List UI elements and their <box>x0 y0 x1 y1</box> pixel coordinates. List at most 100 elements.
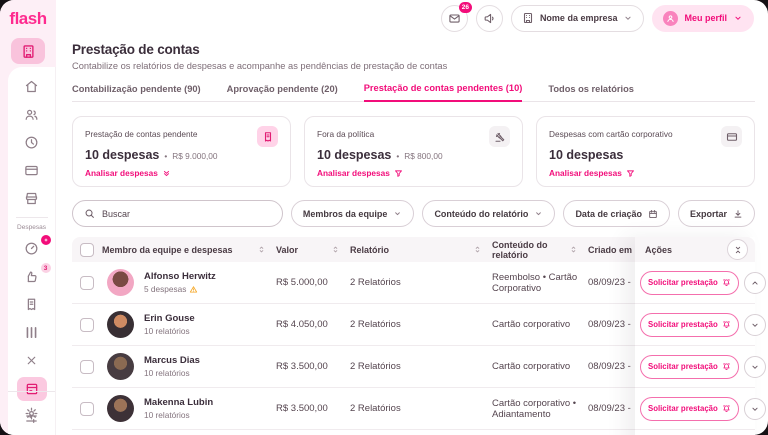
request-label: Solicitar prestação <box>648 320 718 329</box>
expand-row-button[interactable] <box>743 355 766 378</box>
clock-icon <box>24 135 39 150</box>
sidebar-item-expense-monitor[interactable] <box>17 235 51 259</box>
row-checkbox[interactable] <box>80 317 94 332</box>
filter-report-content[interactable]: Conteúdo do relatório <box>422 200 556 227</box>
profile-button-label: Meu perfil <box>684 13 727 23</box>
select-all-checkbox[interactable] <box>80 242 94 257</box>
chevron-down-icon <box>623 13 633 23</box>
cell-value: R$ 5.000,00 <box>276 277 328 288</box>
sidebar-section-label: Despesas <box>17 224 46 231</box>
request-label: Solicitar prestação <box>648 278 718 287</box>
collapse-column-button[interactable] <box>727 239 748 260</box>
page-content: Prestação de contas Contabilize os relat… <box>56 36 768 435</box>
request-accountability-button[interactable]: Solicitar prestação <box>640 312 739 337</box>
export-button[interactable]: Exportar <box>677 200 755 227</box>
export-label: Exportar <box>689 208 727 219</box>
actions-row: Solicitar prestação <box>635 388 766 430</box>
expand-row-button[interactable] <box>743 397 766 420</box>
sort-icon[interactable] <box>331 245 340 254</box>
row-checkbox[interactable] <box>80 401 94 416</box>
tab-prestacao-pendentes[interactable]: Prestação de contas pendentes (10) <box>363 83 523 102</box>
actions-row: Solicitar prestação <box>635 262 766 304</box>
store-icon <box>24 191 39 206</box>
filter-creation-date[interactable]: Data de criação <box>563 200 670 227</box>
member-subtitle: 10 relatórios <box>144 410 190 420</box>
app-window: flash Despesas 3 26 Nome da empresa Meu … <box>0 0 768 435</box>
sidebar-item-categories[interactable] <box>17 349 47 371</box>
sidebar-item-company[interactable] <box>11 38 45 64</box>
sparkle-badge-icon <box>40 235 51 245</box>
sidebar-item-cards[interactable] <box>17 159 47 181</box>
sidebar-item-approvals[interactable]: 3 <box>17 263 51 287</box>
column-header-created: Criado em <box>588 244 633 255</box>
sidebar-item-home[interactable] <box>17 75 47 97</box>
filter-team-members[interactable]: Membros da equipe <box>290 200 415 227</box>
avatar <box>107 269 134 296</box>
main-area: 26 Nome da empresa Meu perfil Prestação … <box>56 0 768 435</box>
avatar <box>107 311 134 338</box>
column-header-content: Conteúdo do relatório <box>492 239 548 260</box>
separator-dot: • <box>164 151 168 161</box>
download-icon <box>733 209 743 219</box>
avatar <box>107 353 134 380</box>
row-checkbox[interactable] <box>80 275 94 290</box>
tab-aprovacao-pendente[interactable]: Aprovação pendente (20) <box>227 83 338 101</box>
search-input[interactable] <box>102 208 271 219</box>
analyze-expenses-link[interactable]: Analisar despesas <box>549 168 635 178</box>
expenses-table: Membro da equipe e despesas Valor Relató… <box>72 237 766 435</box>
actions-row: Solicitar prestação <box>635 430 755 435</box>
chevron-down-icon <box>750 362 760 372</box>
company-selector-label: Nome da empresa <box>539 13 618 23</box>
unfold-less-icon <box>733 245 743 255</box>
sort-icon[interactable] <box>473 245 482 254</box>
sort-icon[interactable] <box>257 245 266 254</box>
cell-value: R$ 3.500,00 <box>276 361 328 372</box>
row-checkbox[interactable] <box>80 359 94 374</box>
sort-icon[interactable] <box>569 245 578 254</box>
request-label: Solicitar prestação <box>648 362 718 371</box>
announcements-button[interactable] <box>475 4 503 32</box>
cell-value: R$ 3.500,00 <box>276 403 328 414</box>
column-header-actions: Ações <box>645 244 673 255</box>
separator-dot: • <box>396 151 400 161</box>
cell-content: Cartão corporativo <box>492 319 571 330</box>
member-subtitle: 5 despesas <box>144 284 187 294</box>
member-name: Alfonso Herwitz <box>144 271 216 282</box>
expand-row-button[interactable] <box>743 313 766 336</box>
tab-contabilizacao-pendente[interactable]: Contabilização pendente (90) <box>72 83 201 101</box>
notifications-button[interactable]: 26 <box>440 1 472 32</box>
card-count: 10 despesas <box>317 148 392 162</box>
column-header-member: Membro da equipe e despesas <box>102 244 233 255</box>
sidebar-item-marketplace[interactable] <box>17 187 47 209</box>
actions-row: Solicitar prestação <box>635 304 766 346</box>
search-icon <box>84 208 95 219</box>
card-icon <box>721 126 742 147</box>
card-icon <box>24 163 39 178</box>
collapse-row-button[interactable] <box>743 271 766 294</box>
warning-icon <box>189 285 198 294</box>
page-subtitle: Contabilize os relatórios de despesas e … <box>72 61 448 71</box>
request-accountability-button[interactable]: Solicitar prestação <box>640 354 739 379</box>
profile-button[interactable]: Meu perfil <box>652 4 754 32</box>
actions-row: Solicitar prestação <box>635 346 766 388</box>
users-icon <box>24 107 39 122</box>
sidebar-item-reports[interactable] <box>17 321 47 343</box>
sidebar-item-history[interactable] <box>17 131 47 153</box>
card-amount: R$ 9.000,00 <box>172 151 218 161</box>
tab-todos-relatorios[interactable]: Todos os relatórios <box>548 83 634 101</box>
sidebar-item-settings[interactable] <box>17 403 47 425</box>
sidebar-item-people[interactable] <box>17 103 47 125</box>
request-accountability-button[interactable]: Solicitar prestação <box>640 396 739 421</box>
summary-cards: Prestação de contas pendente 10 despesas… <box>72 116 755 187</box>
page-title: Prestação de contas <box>72 42 200 57</box>
cell-report: 2 Relatórios <box>350 361 401 372</box>
sidebar-item-receipts[interactable] <box>17 293 47 315</box>
avatar <box>107 395 134 422</box>
chevron-down-icon <box>750 320 760 330</box>
analyze-expenses-link[interactable]: Analisar despesas <box>85 168 171 178</box>
company-selector-button[interactable]: Nome da empresa <box>510 4 645 32</box>
flash-logo: flash <box>9 9 47 28</box>
request-accountability-button[interactable]: Solicitar prestação <box>640 270 739 295</box>
tab-bar: Contabilização pendente (90) Aprovação p… <box>72 83 755 102</box>
analyze-expenses-link[interactable]: Analisar despesas <box>317 168 403 178</box>
